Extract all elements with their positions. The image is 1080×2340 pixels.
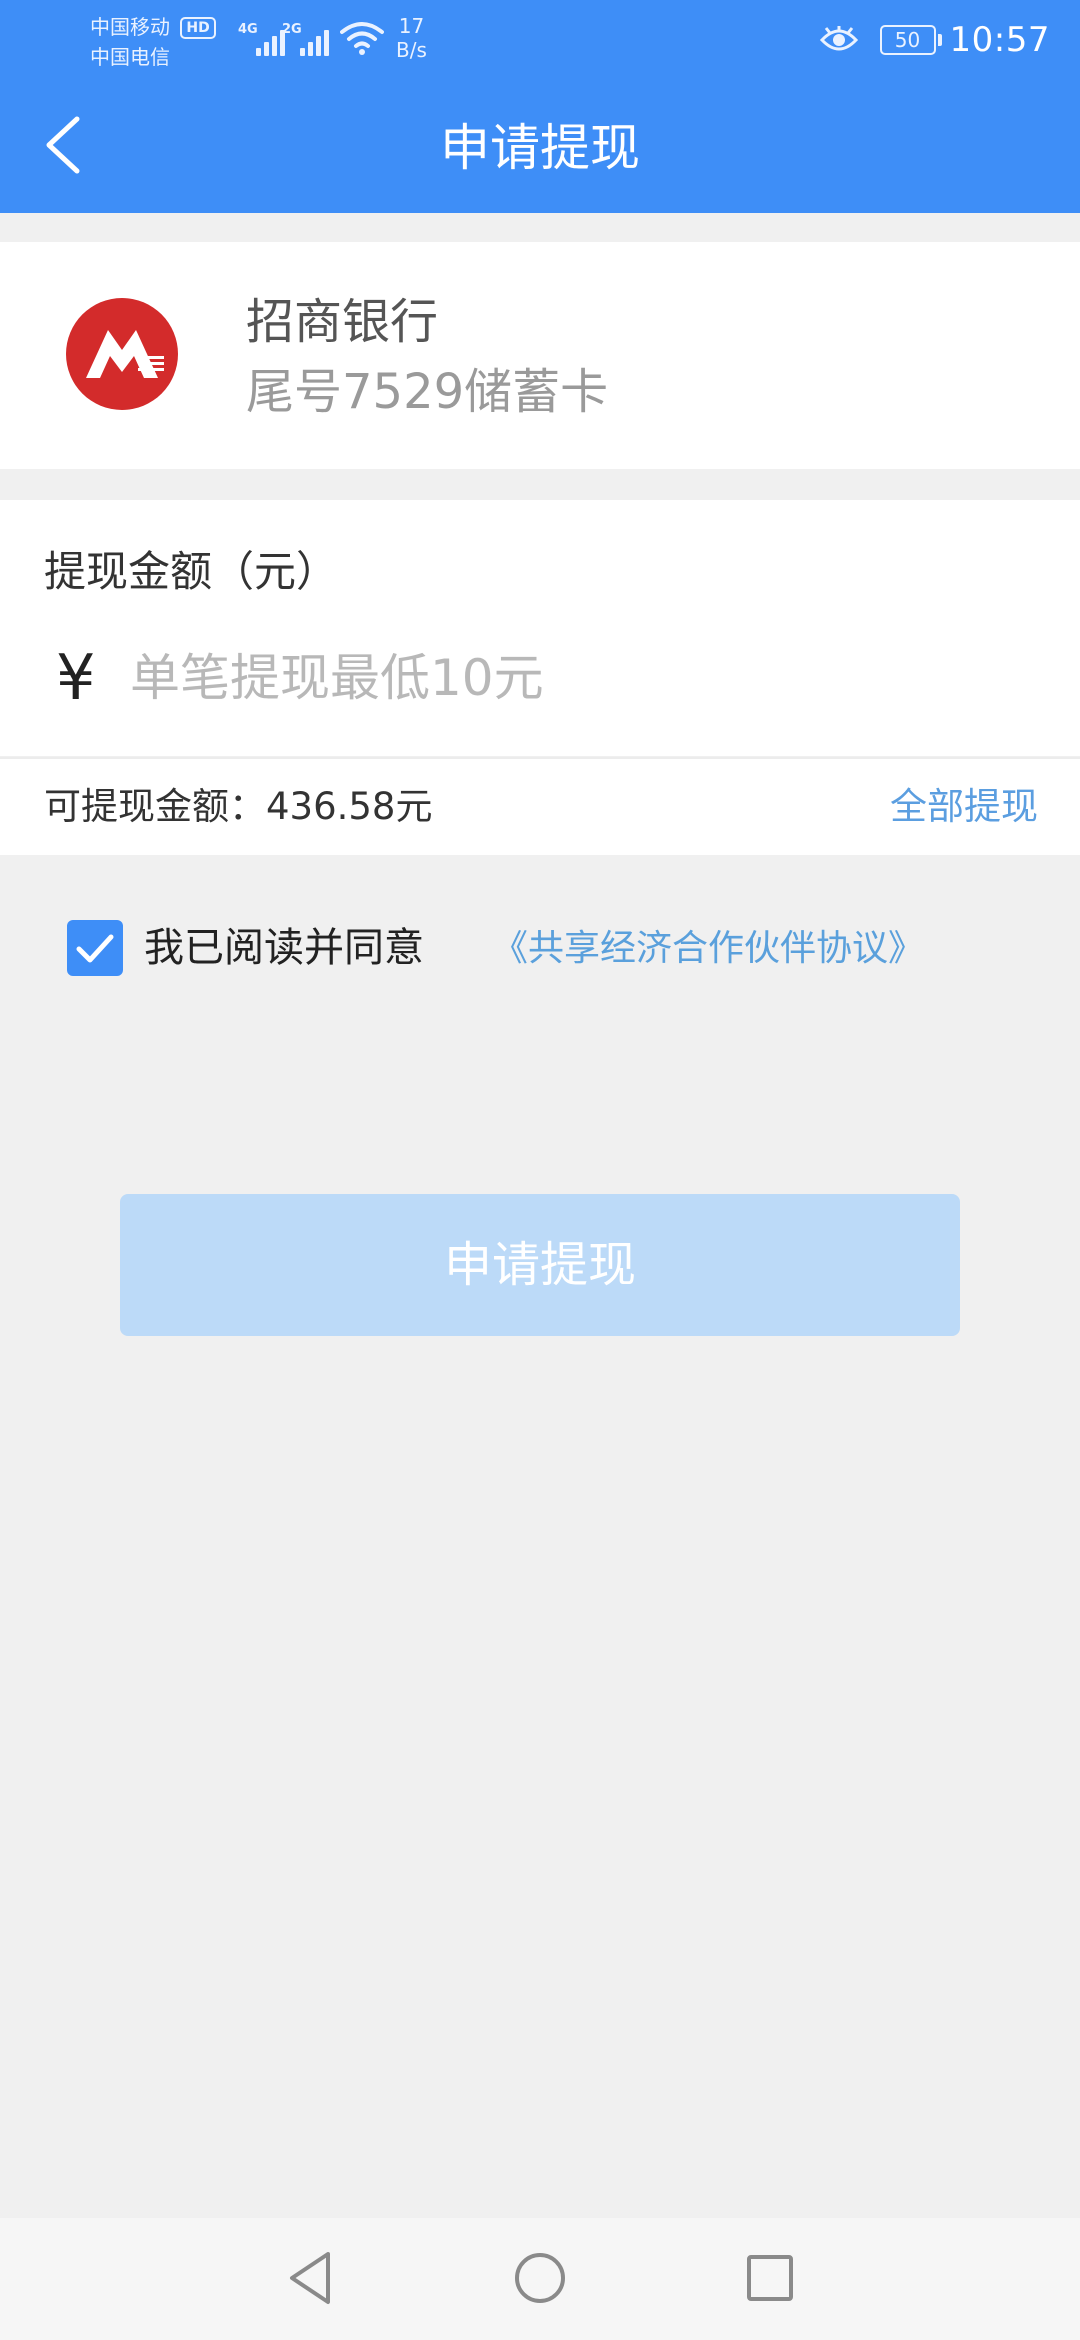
net-speed-value: 17	[398, 14, 425, 38]
status-right: 50 10:57	[819, 18, 1050, 62]
top-bar: 中国移动 HD 中国电信 4G 2G 17 B/s 50 10:57 申请提现	[0, 0, 1080, 213]
clock: 10:57	[949, 20, 1050, 60]
currency-symbol: ¥	[56, 641, 96, 714]
recents-square-icon[interactable]	[738, 2246, 802, 2310]
back-triangle-icon[interactable]	[278, 2246, 342, 2310]
page-title: 申请提现	[440, 119, 640, 177]
carrier-info: 中国移动 HD 中国电信	[90, 12, 216, 72]
bank-card-selector[interactable]: 招商银行 尾号7529储蓄卡	[0, 242, 1080, 469]
status-bar: 中国移动 HD 中国电信 4G 2G 17 B/s 50 10:57	[0, 0, 1080, 78]
net-speed-unit: B/s	[396, 38, 427, 62]
home-circle-icon[interactable]	[508, 2246, 572, 2310]
wifi-icon	[340, 22, 384, 55]
submit-withdraw-button[interactable]: 申请提现	[120, 1194, 960, 1336]
available-balance-row: 可提现金额：436.58元 全部提现	[0, 757, 1080, 855]
amount-label: 提现金额（元）	[44, 547, 339, 596]
amount-section: 提现金额（元） ¥	[0, 500, 1080, 756]
sim2-signal-icon: 2G	[282, 20, 342, 56]
cmb-bank-logo-icon	[66, 298, 178, 410]
agreement-row: 我已阅读并同意 《共享经济合作伙伴协议》	[0, 920, 1080, 984]
withdraw-screen: 中国移动 HD 中国电信 4G 2G 17 B/s 50 10:57 申请提现 …	[0, 0, 1080, 2340]
carrier-1: 中国移动	[90, 15, 170, 39]
sim1-gen-label: 4G	[238, 22, 258, 37]
agreement-text: 我已阅读并同意	[144, 925, 424, 971]
withdraw-all-link[interactable]: 全部提现	[890, 783, 1038, 831]
agreement-checkbox[interactable]	[67, 920, 123, 976]
hd-badge: HD	[180, 17, 216, 39]
checkmark-icon	[76, 934, 114, 963]
battery-icon: 50	[879, 25, 942, 55]
system-nav-bar	[0, 2218, 1080, 2340]
bank-card-number: 尾号7529储蓄卡	[246, 364, 609, 420]
sim2-gen-label: 2G	[282, 22, 302, 37]
title-bar: 申请提现	[0, 78, 1080, 213]
amount-input[interactable]	[130, 640, 1030, 716]
carrier-2: 中国电信	[90, 45, 170, 69]
eye-icon	[819, 26, 858, 51]
available-amount: 可提现金额：436.58元	[44, 785, 433, 828]
bank-name: 招商银行	[246, 294, 439, 350]
agreement-link[interactable]: 《共享经济合作伙伴协议》	[492, 924, 924, 974]
network-speed: 17 B/s	[396, 14, 427, 62]
